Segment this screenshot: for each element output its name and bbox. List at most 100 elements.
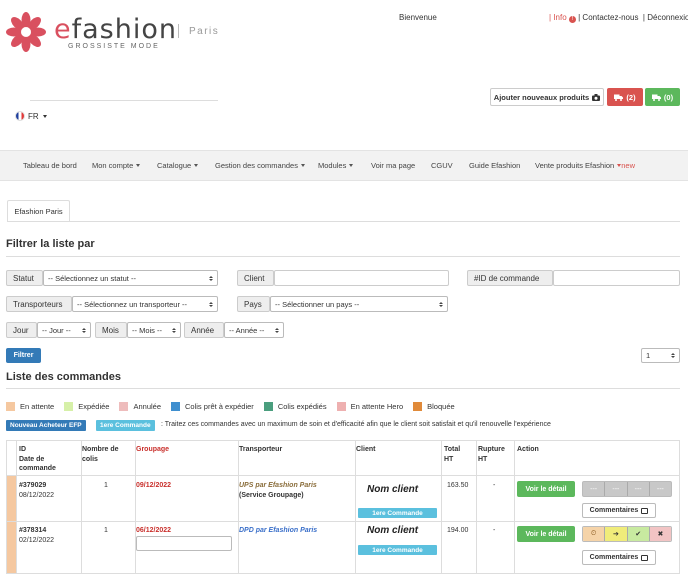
- legend-item: Colis expédiés: [263, 402, 327, 411]
- close-icon[interactable]: ✖: [649, 527, 671, 541]
- client-name: Nom client: [367, 484, 419, 495]
- status-select[interactable]: -- Sélectionnez un statut --: [43, 270, 218, 286]
- country-select[interactable]: -- Sélectionner un pays --: [270, 296, 448, 312]
- header-client: Client: [356, 446, 376, 453]
- parcel-count: 1: [104, 482, 108, 489]
- logo-tagline: GROSSISTE MODE: [68, 43, 160, 50]
- filter-divider: [6, 256, 680, 257]
- nav-item-guide[interactable]: Guide Efashion: [469, 161, 520, 170]
- chevron-down-icon: [194, 164, 199, 167]
- year-select[interactable]: -- Année --: [224, 322, 284, 338]
- chevron-down-icon: [136, 164, 141, 167]
- comments-button[interactable]: Commentaires: [582, 503, 656, 518]
- clock-icon[interactable]: ⏲: [583, 527, 606, 541]
- total-ht: 194.00: [447, 527, 469, 534]
- col-divider: [135, 441, 136, 573]
- order-id-label: #ID de commande: [467, 270, 553, 286]
- nav-item-dashboard[interactable]: Tableau de bord: [23, 161, 77, 170]
- logout-link[interactable]: | Déconnexion: [643, 13, 688, 22]
- nav-item-orders[interactable]: Gestion des commandes: [215, 161, 305, 170]
- legend-swatch: [6, 402, 15, 411]
- top-link-separator: |: [549, 13, 552, 22]
- select-arrows-icon: [439, 301, 443, 307]
- day-select[interactable]: -- Jour --: [37, 322, 91, 338]
- client-input[interactable]: [274, 270, 449, 286]
- logo-wordmark[interactable]: efashion: [54, 14, 177, 45]
- rupture-ht: -: [493, 527, 496, 534]
- chevron-down-icon: [42, 114, 47, 118]
- shipments-button[interactable]: (0): [645, 88, 680, 106]
- legend-swatch: [336, 402, 346, 411]
- header-carrier: Transporteur: [239, 446, 283, 453]
- header-action: Action: [517, 446, 539, 453]
- legend-item: Annulée: [119, 402, 161, 411]
- parcel-count: 1: [104, 527, 108, 534]
- nav-item-cguv[interactable]: CGUV: [431, 161, 453, 170]
- orders-alert-button[interactable]: (2): [607, 88, 643, 106]
- add-products-label: Ajouter nouveaux produits: [493, 92, 590, 102]
- info-badge: !: [568, 16, 576, 23]
- status-label: Statut: [6, 270, 43, 286]
- top-links: | Info ! | Contactez-nous | Déconnexion: [549, 13, 688, 23]
- col-divider: [355, 441, 356, 573]
- order-id[interactable]: #378314: [19, 526, 54, 536]
- month-select[interactable]: -- Mois --: [127, 322, 181, 338]
- legend-item: En attente: [6, 402, 54, 411]
- page-select[interactable]: 1: [641, 348, 680, 363]
- action-button-disabled[interactable]: ---: [583, 482, 606, 496]
- order-id[interactable]: #379029: [19, 481, 54, 491]
- logo-flower-icon: [6, 12, 46, 52]
- action-button-disabled[interactable]: ---: [605, 482, 628, 496]
- info-link[interactable]: Info: [553, 13, 566, 22]
- status-strip-pending: [7, 522, 16, 573]
- legend-swatch: [119, 402, 129, 411]
- legend-swatch: [263, 402, 273, 411]
- first-order-badge: 1ere Commande: [358, 545, 437, 555]
- order-id-input[interactable]: [553, 270, 680, 286]
- comment-icon: [641, 554, 649, 561]
- nav-item-efashion-sales[interactable]: Vente produits Efashion new: [535, 161, 635, 170]
- orders-list-divider: [6, 388, 680, 389]
- col-divider: [514, 441, 515, 573]
- view-detail-button[interactable]: Voir le détail: [517, 526, 575, 542]
- col-divider: [16, 441, 17, 573]
- chevron-down-icon: [300, 164, 305, 167]
- orders-alert-count: (2): [626, 92, 636, 102]
- language-selector[interactable]: FR: [15, 111, 47, 121]
- tab-efashion-paris[interactable]: Efashion Paris: [7, 200, 70, 222]
- carrier-select[interactable]: -- Sélectionnez un transporteur --: [72, 296, 218, 312]
- add-products-button[interactable]: Ajouter nouveaux produits: [490, 88, 604, 106]
- nav-item-my-page[interactable]: Voir ma page: [371, 161, 415, 170]
- language-label: FR: [28, 111, 39, 121]
- header-rupture: Rupture HT: [478, 446, 505, 463]
- nav-item-modules[interactable]: Modules: [318, 161, 354, 170]
- comments-button[interactable]: Commentaires: [582, 550, 656, 565]
- action-button-disabled[interactable]: ---: [650, 482, 671, 496]
- legend-item: Colis prêt à expédier: [171, 402, 254, 411]
- orders-list-title: Liste des commandes: [6, 371, 121, 383]
- check-icon[interactable]: ✔: [627, 527, 650, 541]
- header-total: Total HT: [444, 446, 461, 463]
- order-date: 08/12/2022: [19, 491, 55, 499]
- nav-item-account[interactable]: Mon compte: [92, 161, 141, 170]
- client-label: Client: [237, 270, 274, 286]
- header-id: ID Date de commande: [19, 446, 56, 472]
- filter-button[interactable]: Filtrer: [6, 348, 41, 363]
- view-detail-button[interactable]: Voir le détail: [517, 481, 575, 497]
- header-colis: Nombre de colis: [82, 446, 119, 463]
- truck-icon: [614, 94, 624, 101]
- action-button-disabled[interactable]: ---: [628, 482, 650, 496]
- logo-divider: [178, 24, 179, 38]
- filter-title: Filtrer la liste par: [6, 238, 95, 250]
- carrier-label: Transporteurs: [6, 296, 72, 312]
- total-ht: 163.50: [447, 482, 469, 489]
- carrier: UPS par Efashion Paris (Service Groupage): [239, 482, 317, 499]
- nav-item-catalogue[interactable]: Catalogue: [157, 161, 199, 170]
- arrow-right-icon[interactable]: ➔: [605, 527, 628, 541]
- welcome-text: Bienvenue: [399, 13, 437, 22]
- contact-link[interactable]: | Contactez-nous: [578, 13, 638, 22]
- groupage-input[interactable]: [136, 536, 232, 551]
- table-row: #378314 02/12/2022: [19, 526, 54, 545]
- orders-table: ID Date de commande Nombre de colis Groupag…: [6, 440, 680, 574]
- row-divider: [7, 475, 679, 476]
